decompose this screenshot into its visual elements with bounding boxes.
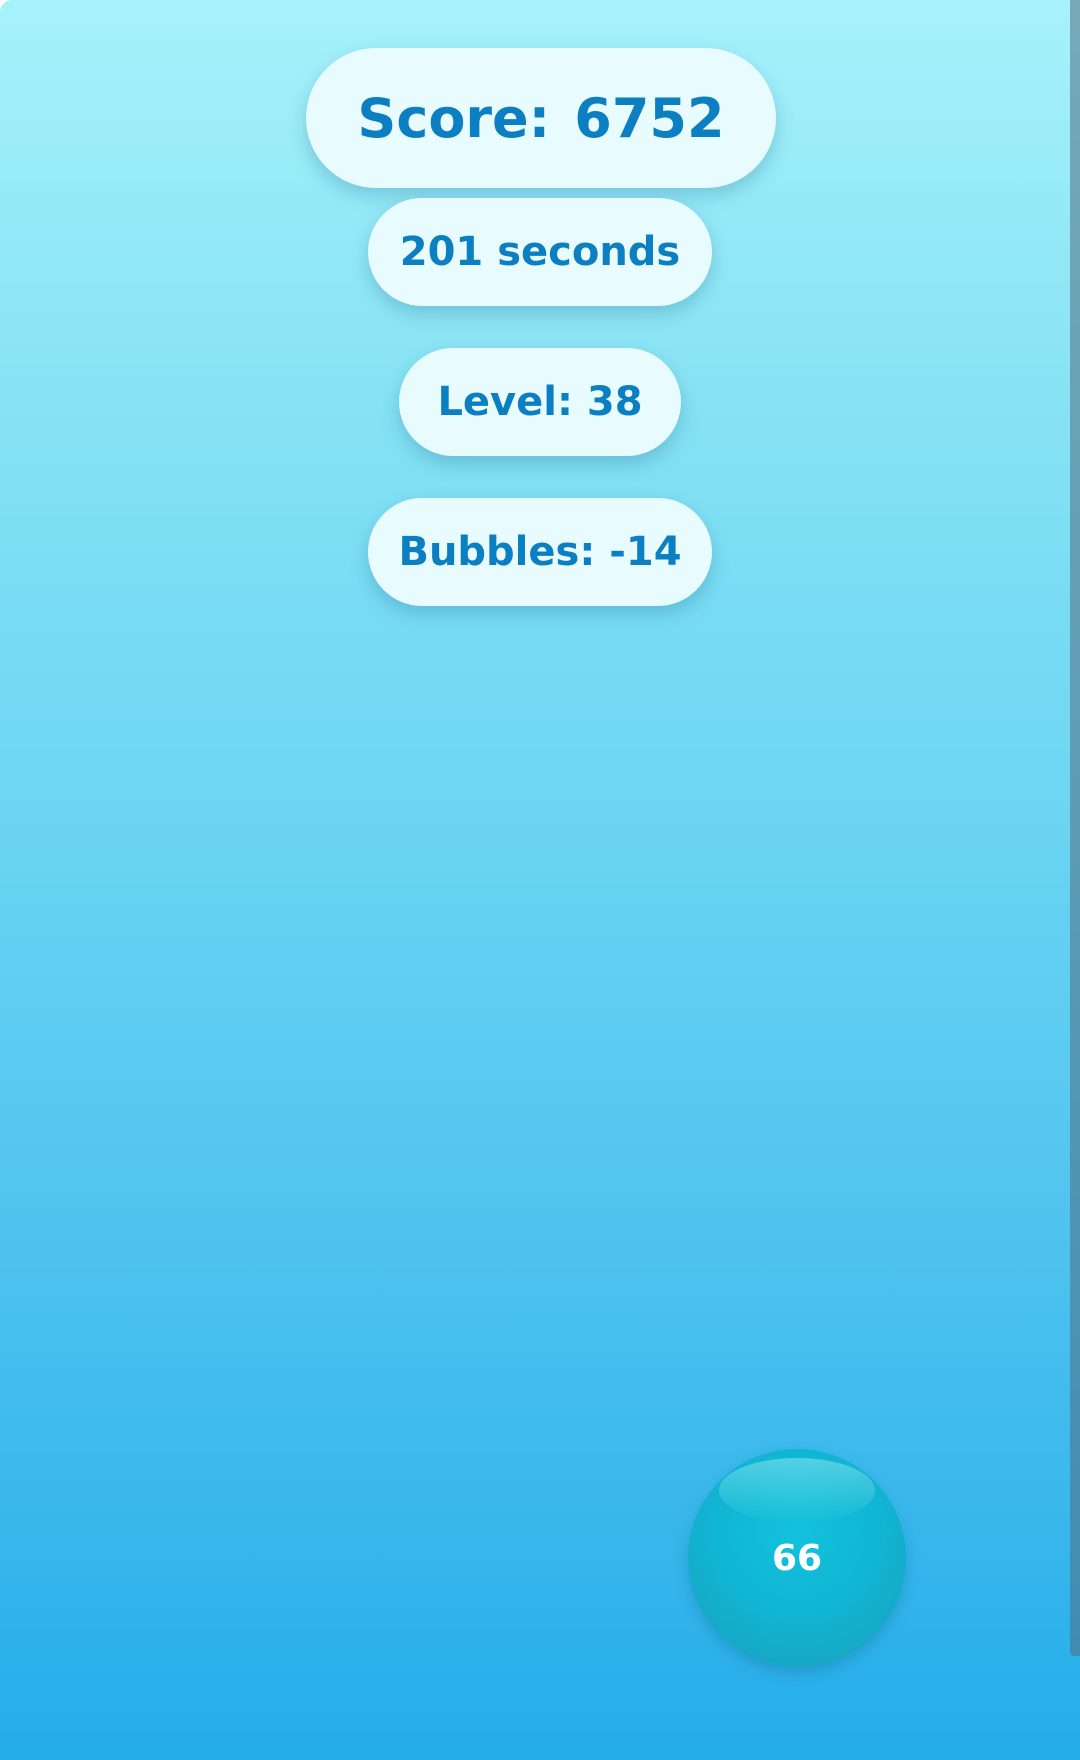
timer-display: 201 seconds: [368, 198, 712, 306]
number-bubble[interactable]: 66: [688, 1449, 906, 1667]
score-value: 6752: [574, 86, 725, 150]
bubbles-counter: Bubbles: -14: [368, 498, 712, 606]
scrollbar[interactable]: [1070, 0, 1080, 1656]
level-text: Level: 38: [437, 379, 643, 425]
score-label: Score:: [357, 86, 551, 150]
level-display: Level: 38: [399, 348, 681, 456]
timer-text: 201 seconds: [399, 229, 681, 275]
game-stage: Score: 6752 201 seconds Level: 38 Bubble…: [0, 0, 1080, 1760]
score-display: Score: 6752: [306, 48, 776, 188]
bubbles-text: Bubbles: -14: [398, 529, 682, 575]
bubble-value: 66: [771, 1537, 823, 1579]
